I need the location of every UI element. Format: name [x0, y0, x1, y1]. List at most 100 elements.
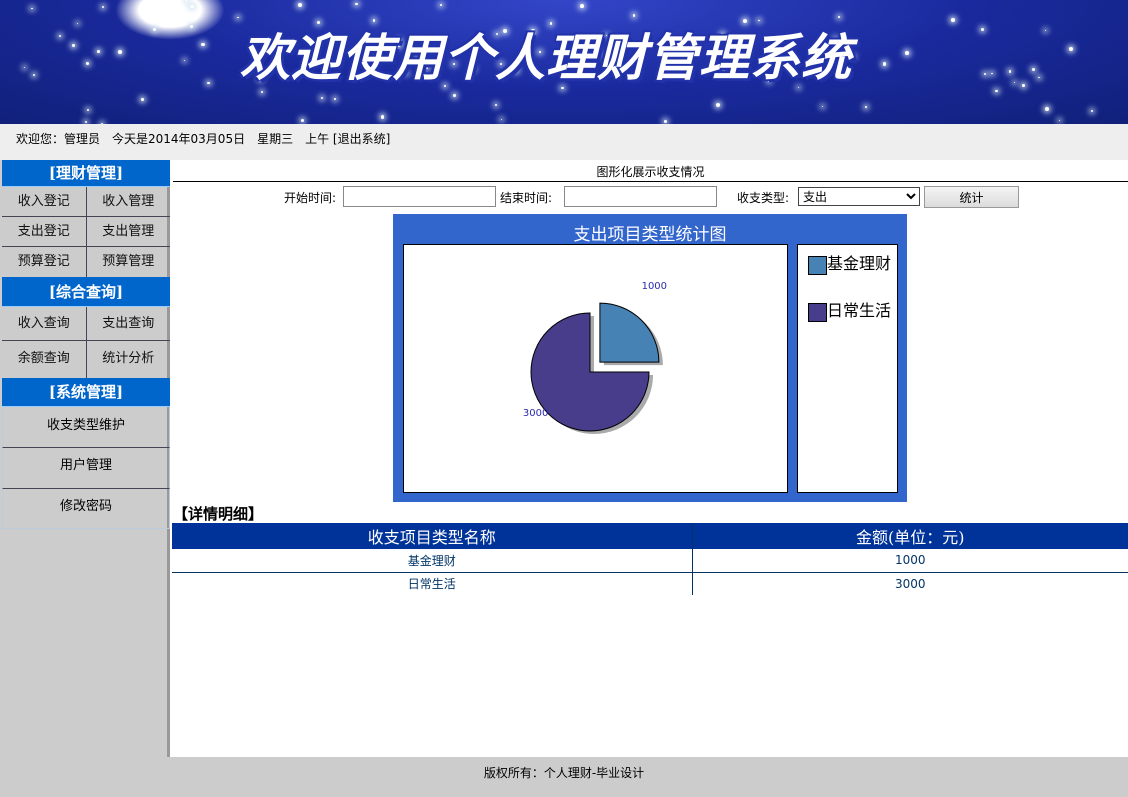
star-decoration	[1022, 84, 1025, 87]
star-decoration	[190, 4, 194, 9]
chart-plot-area: 1000 3000	[403, 244, 788, 493]
sidebar-section-finance: [理财管理]	[2, 160, 170, 187]
star-decoration	[1090, 109, 1094, 113]
cell-amount: 3000	[691, 572, 1128, 595]
star-decoration	[991, 73, 993, 75]
pie-svg: 1000 3000	[523, 281, 667, 434]
main-content: 图形化展示收支情况 开始时间: 结束时间: 收支类型: 支出 统计 支出项目类型…	[172, 160, 1128, 757]
end-time-input[interactable]	[564, 186, 717, 207]
sidebar-item-expense-query[interactable]: 支出查询	[85, 307, 171, 340]
star-decoration	[983, 72, 987, 76]
star-decoration	[821, 105, 824, 107]
legend-item-daily: 日常生活	[808, 302, 898, 322]
column-header-amount: 金额(单位：元)	[691, 523, 1128, 549]
footer: 版权所有：个人理财-毕业设计	[0, 757, 1128, 797]
star-decoration	[980, 28, 984, 32]
star-decoration	[355, 2, 358, 6]
stats-button[interactable]: 统计	[924, 186, 1019, 208]
star-decoration	[1045, 106, 1050, 111]
sidebar-item-change-password[interactable]: 修改密码	[2, 489, 170, 529]
star-decoration	[995, 89, 998, 92]
star-decoration	[85, 120, 88, 123]
start-time-label: 开始时间:	[284, 191, 337, 205]
star-decoration	[31, 7, 33, 10]
star-decoration	[1031, 67, 1036, 71]
star-decoration	[453, 94, 456, 97]
star-decoration	[632, 14, 636, 17]
chart-title: 支出项目类型统计图	[573, 225, 727, 245]
star-decoration	[853, 55, 855, 57]
star-decoration	[87, 109, 90, 112]
star-decoration	[501, 118, 503, 120]
star-decoration	[261, 90, 264, 93]
star-decoration	[72, 44, 75, 47]
star-decoration	[33, 74, 36, 77]
star-decoration	[237, 16, 239, 18]
sidebar-section-system: [系统管理]	[2, 378, 170, 407]
star-decoration	[77, 23, 79, 25]
page-title: 图形化展示收支情况	[173, 160, 1128, 182]
filter-form: 开始时间: 结束时间: 收支类型: 支出 统计	[173, 186, 1128, 208]
cell-type: 基金理财	[172, 549, 692, 573]
star-decoration	[864, 106, 867, 109]
star-decoration	[495, 103, 498, 107]
star-decoration	[86, 61, 90, 65]
star-decoration	[1059, 120, 1061, 122]
sidebar-section-query: [综合查询]	[2, 277, 170, 307]
banner-title: 欢迎使用个人理财管理系统	[240, 29, 852, 87]
sidebar-item-budget-register[interactable]: 预算登记	[2, 247, 86, 277]
sidebar-item-income-query[interactable]: 收入查询	[2, 307, 86, 340]
sidebar-item-balance-query[interactable]: 余额查询	[2, 341, 86, 378]
sidebar-item-type-maintenance[interactable]: 收支类型维护	[2, 407, 170, 448]
star-decoration	[298, 3, 302, 7]
star-decoration	[1008, 70, 1011, 73]
column-header-type: 收支项目类型名称	[172, 523, 692, 549]
sidebar-item-income-manage[interactable]: 收入管理	[85, 187, 171, 216]
star-decoration	[905, 51, 910, 55]
star-decoration	[1069, 47, 1073, 52]
star-decoration	[439, 3, 442, 6]
sidebar-item-expense-register[interactable]: 支出登记	[2, 217, 86, 246]
legend-swatch-daily	[808, 303, 827, 322]
star-decoration	[580, 4, 585, 9]
sidebar-item-stats[interactable]: 统计分析	[85, 341, 171, 378]
header-banner: 欢迎使用个人理财管理系统	[0, 0, 1128, 124]
star-decoration	[381, 115, 385, 119]
star-decoration	[320, 96, 324, 100]
star-decoration	[97, 50, 101, 53]
sidebar-item-income-register[interactable]: 收入登记	[2, 187, 86, 216]
detail-table: 收支项目类型名称 金额(单位：元) 基金理财 1000 日常生活 3000	[172, 523, 1128, 595]
star-decoration	[101, 5, 105, 9]
star-decoration	[300, 118, 305, 122]
cell-type: 日常生活	[407, 577, 456, 592]
pie-data-label: 1000	[642, 281, 667, 292]
star-decoration	[333, 98, 336, 100]
type-select[interactable]: 支出	[798, 187, 920, 206]
sidebar-item-expense-manage[interactable]: 支出管理	[85, 217, 171, 246]
star-decoration	[207, 81, 210, 84]
cell-amount: 1000	[691, 549, 1128, 573]
star-decoration	[716, 102, 721, 107]
star-decoration	[58, 34, 62, 38]
pie-data-label: 3000	[523, 408, 548, 419]
star-decoration	[1014, 82, 1016, 84]
start-time-input[interactable]	[343, 186, 496, 207]
star-decoration	[185, 0, 188, 2]
type-label: 收支类型:	[737, 191, 790, 205]
welcome-bar: 欢迎您：管理员 今天是2014年03月05日 星期三 上午 [退出系统]	[0, 124, 1128, 160]
table-row: 基金理财 1000	[172, 549, 1128, 573]
legend-swatch-fund	[808, 256, 827, 275]
sidebar-item-budget-manage[interactable]: 预算管理	[85, 247, 171, 277]
pie-slice-0	[599, 302, 660, 363]
star-decoration	[201, 42, 205, 47]
star-decoration	[663, 119, 667, 123]
pie-chart: 支出项目类型统计图 1000 3000 基金理财 日常生活	[393, 214, 907, 502]
chart-legend: 基金理财 日常生活	[797, 244, 898, 493]
star-decoration	[951, 18, 955, 22]
legend-item-fund: 基金理财	[808, 255, 898, 275]
star-decoration	[23, 66, 25, 68]
detail-heading: 【详情明细】	[173, 505, 264, 523]
sidebar-item-user-manage[interactable]: 用户管理	[2, 448, 170, 489]
table-row: 日常生活 3000	[172, 572, 1128, 595]
star-decoration	[1044, 29, 1047, 31]
